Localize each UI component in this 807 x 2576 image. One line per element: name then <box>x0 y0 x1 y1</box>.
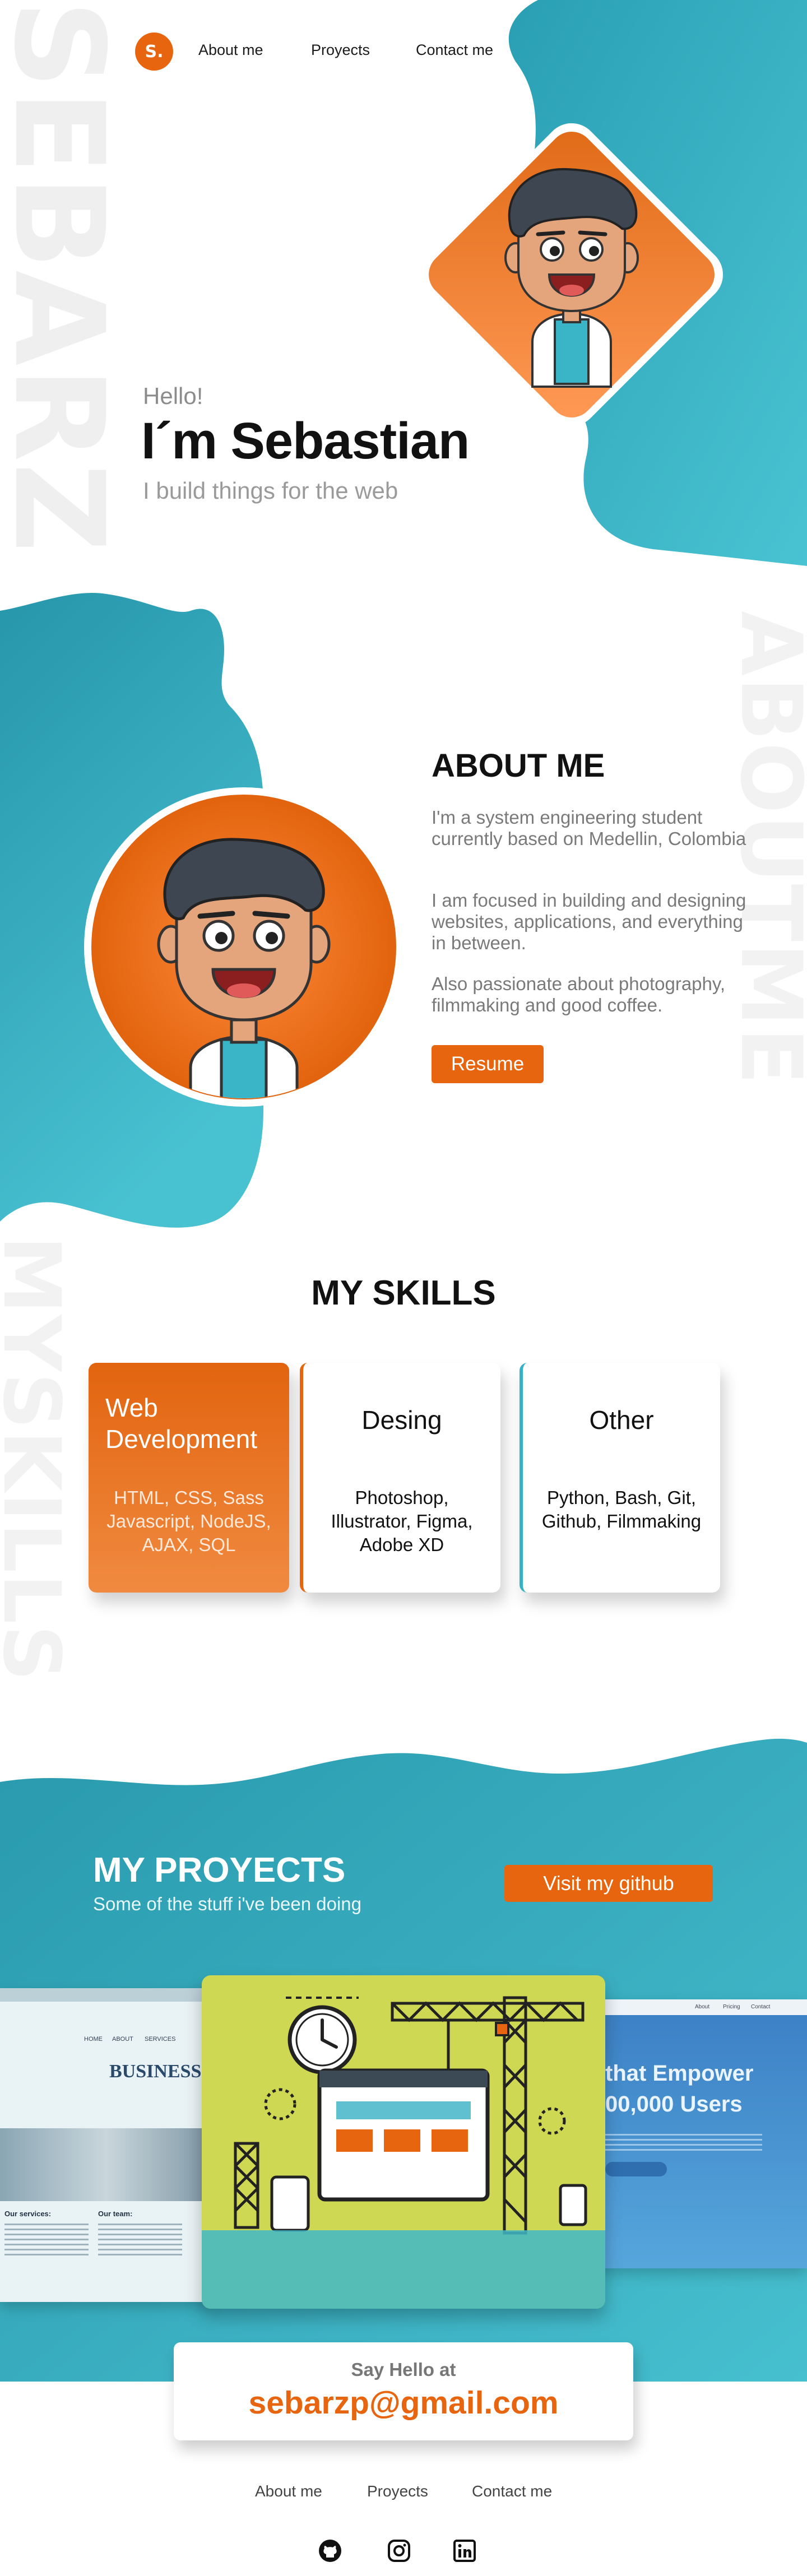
hero-greeting: Hello! <box>143 383 203 409</box>
contact-label: Say Hello at <box>351 2359 456 2380</box>
shot-headline: that Empower <box>605 2061 754 2086</box>
skill-card-body: Python, Bash, Git, Github, Filmmaking <box>541 1487 702 1531</box>
footer-projects[interactable]: Proyects <box>367 2482 428 2500</box>
skill-card-web: Web Development HTML, CSS, Sass Javascri… <box>89 1363 289 1593</box>
about-paragraph-1: I'm a system engineering student current… <box>432 807 746 849</box>
skill-card-body: HTML, CSS, Sass Javascript, NodeJS, AJAX… <box>106 1487 271 1555</box>
shot-nav-item: About <box>695 2004 710 2010</box>
shot-text-lines <box>4 2224 89 2257</box>
footer-about[interactable]: About me <box>255 2482 322 2500</box>
logo[interactable]: S. <box>135 33 173 71</box>
nav-contact[interactable]: Contact me <box>416 41 493 59</box>
instagram-icon[interactable] <box>387 2538 411 2563</box>
construction-illustration <box>202 1996 605 2309</box>
project-shot-right[interactable]: About Pricing Contact that Empower 00,00… <box>583 1999 807 2268</box>
hero-avatar <box>420 123 723 426</box>
linkedin-icon[interactable] <box>452 2538 477 2563</box>
shot-headline: 00,000 Users <box>605 2092 743 2117</box>
nav-projects[interactable]: Proyects <box>311 41 370 59</box>
shot-nav-item: SERVICES <box>145 2036 176 2043</box>
skills-title: MY SKILLS <box>311 1274 496 1312</box>
github-icon[interactable] <box>318 2538 342 2563</box>
about-paragraph-3: Also passionate about photography, filmm… <box>432 973 726 1015</box>
project-shot-left[interactable]: HOME ABOUT SERVICES BUSINESS W Our servi… <box>0 1988 213 2302</box>
shot-nav-item: HOME <box>84 2036 103 2043</box>
about-paragraph-2: I am focused in building and designing w… <box>432 890 746 953</box>
projects-subtitle: Some of the stuff i've been doing <box>93 1893 362 1914</box>
skill-card-design: Desing Photoshop, Illustrator, Figma, Ad… <box>300 1363 500 1593</box>
shot-browser-bar <box>0 1988 213 2002</box>
shot-col-title: Our team: <box>98 2210 133 2218</box>
shot-text-lines <box>98 2224 182 2257</box>
shot-nav-item: Pricing <box>723 2004 740 2010</box>
skill-card-title: Desing <box>361 1405 442 1435</box>
shot-nav-item: Contact <box>751 2004 771 2010</box>
shot-photo-strip <box>0 2128 213 2201</box>
skill-card-title: Other <box>589 1405 654 1435</box>
shot-nav-item: ABOUT <box>112 2036 133 2043</box>
contact-card: Say Hello at sebarzp@gmail.com <box>174 2342 633 2440</box>
shot-headline: BUSINESS W <box>109 2061 213 2082</box>
skill-card-title: Web Development <box>105 1393 258 1454</box>
sebarz-watermark: SEBARZ <box>0 0 131 554</box>
project-card-main[interactable] <box>202 1975 605 2309</box>
shot-col-title: Our services: <box>4 2210 52 2218</box>
resume-button[interactable]: Resume <box>432 1045 544 1083</box>
github-button[interactable]: Visit my github <box>504 1865 713 1902</box>
hero-tagline: I build things for the web <box>143 477 398 504</box>
footer-contact[interactable]: Contact me <box>472 2482 552 2500</box>
shot-cta <box>605 2162 667 2176</box>
skill-card-body: Photoshop, Illustrator, Figma, Adobe XD <box>331 1487 473 1555</box>
about-title: ABOUT ME <box>432 748 605 784</box>
about-avatar <box>84 787 404 1107</box>
contact-email[interactable]: sebarzp@gmail.com <box>174 2384 633 2421</box>
projects-title: MY PROYECTS <box>93 1851 346 1890</box>
skill-card-other: Other Python, Bash, Git, Github, Filmmak… <box>520 1363 720 1593</box>
nav-about[interactable]: About me <box>198 41 263 59</box>
shot-text-lines <box>605 2134 762 2151</box>
